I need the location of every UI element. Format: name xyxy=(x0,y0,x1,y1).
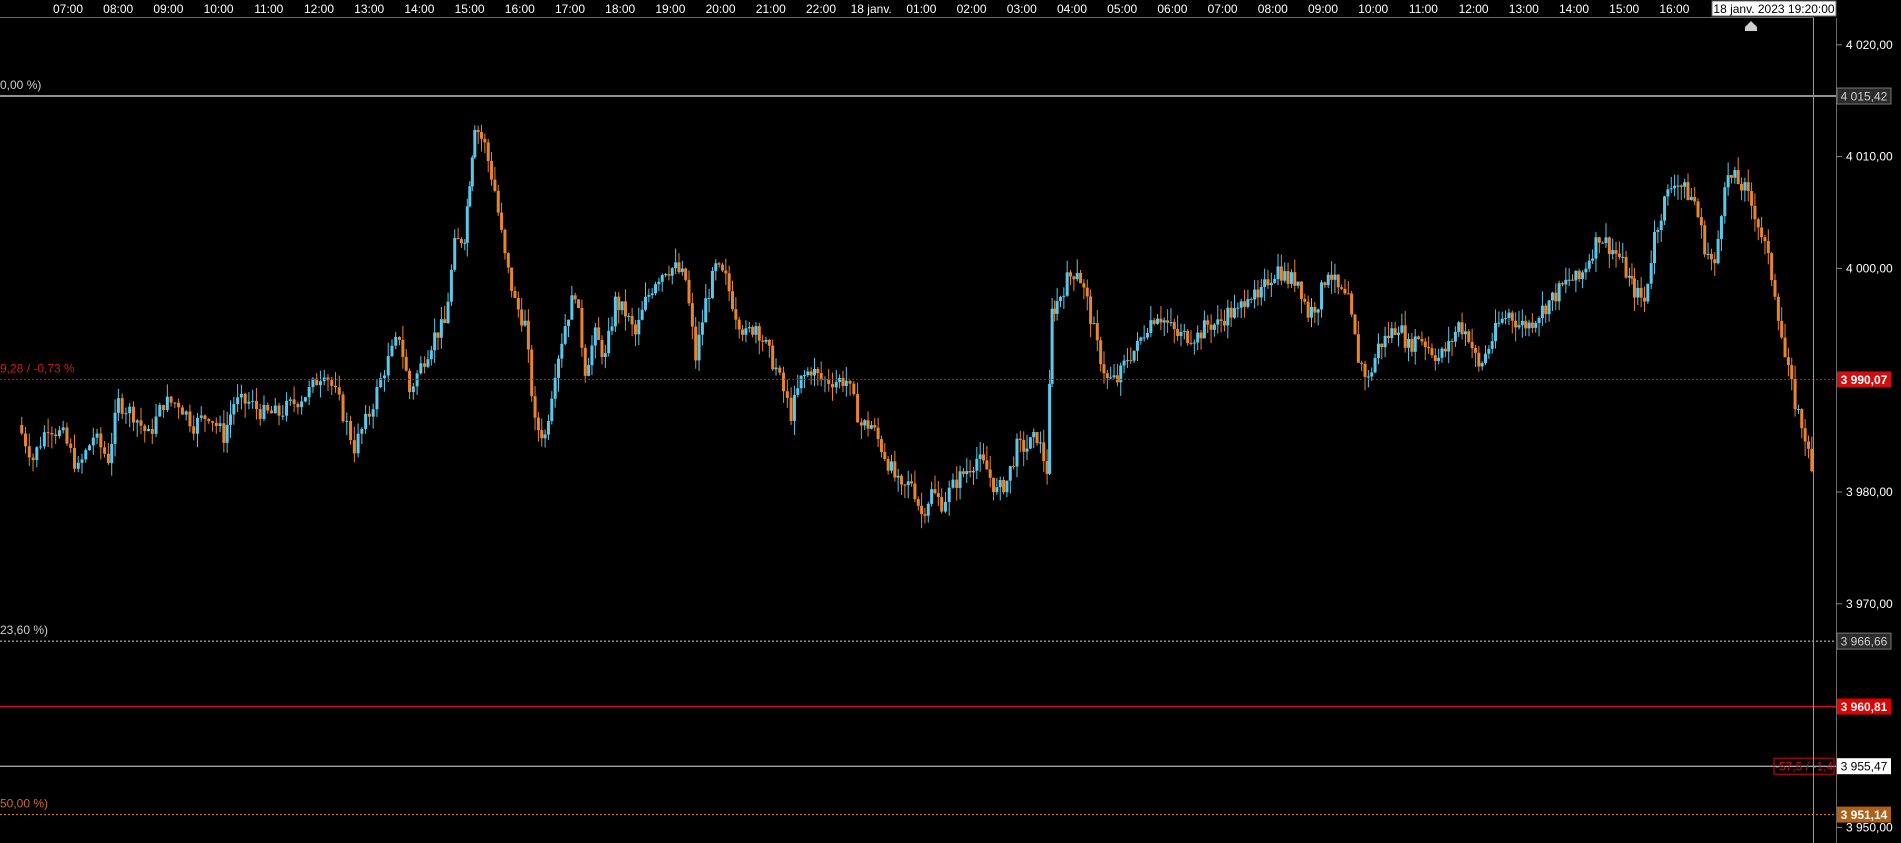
time-axis-label: 14:00 xyxy=(1559,2,1589,16)
time-axis-label: 12:00 xyxy=(1459,2,1489,16)
time-axis-label: 13:00 xyxy=(354,2,384,16)
fib-50-price-value: 3 951,14 xyxy=(1841,808,1888,822)
candle xyxy=(1703,220,1707,258)
time-axis-label: 03:00 xyxy=(1007,2,1037,16)
time-axis-label: 13:00 xyxy=(1509,2,1539,16)
candle xyxy=(449,264,453,306)
candle xyxy=(1646,283,1650,304)
current-price-price-value: 3 960,81 xyxy=(1841,700,1888,714)
time-axis-label: 06:00 xyxy=(1157,2,1187,16)
price-tick-label: 4 000,00 xyxy=(1846,261,1893,275)
candle xyxy=(470,155,474,192)
candle xyxy=(341,391,345,424)
time-axis-label: 22:00 xyxy=(806,2,836,16)
candle xyxy=(1350,290,1354,318)
candle xyxy=(684,267,688,282)
price-tick-label: 3 980,00 xyxy=(1846,485,1893,499)
candle xyxy=(473,125,477,159)
candle xyxy=(1696,198,1700,219)
time-axis-label: 12:00 xyxy=(304,2,334,16)
fib-23-label: 23,60 %) xyxy=(0,623,48,637)
time-axis-label: 07:00 xyxy=(53,2,83,16)
time-axis-label: 21:00 xyxy=(756,2,786,16)
candle xyxy=(1048,369,1052,476)
candle xyxy=(710,267,714,299)
chart-background xyxy=(0,0,1901,843)
candle xyxy=(530,345,534,402)
time-axis-label: 10:00 xyxy=(204,2,234,16)
fib-23-price-value: 3 966,66 xyxy=(1841,635,1888,649)
price-tick-label: 3 970,00 xyxy=(1846,597,1893,611)
time-axis-label: 19:00 xyxy=(655,2,685,16)
change-price-value: 3 990,07 xyxy=(1841,373,1888,387)
candle xyxy=(1353,313,1357,335)
time-axis-label: 07:00 xyxy=(1208,2,1238,16)
time-axis-label: 17:00 xyxy=(555,2,585,16)
candle xyxy=(1028,436,1032,450)
candle xyxy=(577,299,581,309)
time-axis-label: 10:00 xyxy=(1358,2,1388,16)
price-tick-label: 4 010,00 xyxy=(1846,150,1893,164)
fib-0-label: 0,00 %) xyxy=(0,78,41,92)
time-axis-label: 09:00 xyxy=(153,2,183,16)
cursor-time-badge: 18 janv. 2023 19:20:00 xyxy=(1711,0,1837,17)
time-axis-label: 02:00 xyxy=(957,2,987,16)
time-axis-label: 18 janv. xyxy=(851,2,892,16)
fib-0-price-value: 4 015,42 xyxy=(1841,90,1888,104)
price-chart[interactable]: 07:00 08:00 09:00 10:00 11:00 12:00 13:00 14:00… xyxy=(0,0,1901,843)
time-axis-label: 16:00 xyxy=(1659,2,1689,16)
time-axis-label: 15:00 xyxy=(1609,2,1639,16)
price-tick-label: 4 020,00 xyxy=(1846,38,1893,52)
time-axis-label: 04:00 xyxy=(1057,2,1087,16)
cursor-delta-label: -57,5 / -1,4 xyxy=(1775,760,1833,774)
change-label: 9,28 / -0,73 % xyxy=(0,361,75,375)
time-axis-label: 20:00 xyxy=(706,2,736,16)
time-axis-label: 16:00 xyxy=(505,2,535,16)
time-axis-label: 14:00 xyxy=(404,2,434,16)
time-axis-label: 01:00 xyxy=(906,2,936,16)
time-axis-label: 11:00 xyxy=(254,2,283,16)
time-axis-label: 18:00 xyxy=(605,2,635,16)
time-axis-label: 09:00 xyxy=(1308,2,1338,16)
cursor-time-label: 18 janv. 2023 19:20:00 xyxy=(1713,2,1835,16)
time-axis-label: 08:00 xyxy=(1258,2,1288,16)
time-axis-label: 11:00 xyxy=(1409,2,1438,16)
fib-50-label: 50,00 %) xyxy=(0,797,48,811)
time-axis-label: 05:00 xyxy=(1107,2,1137,16)
cursor-price-price-value: 3 955,47 xyxy=(1841,760,1888,774)
time-axis-label: 08:00 xyxy=(103,2,133,16)
candle xyxy=(613,291,617,333)
time-axis-label: 15:00 xyxy=(455,2,485,16)
